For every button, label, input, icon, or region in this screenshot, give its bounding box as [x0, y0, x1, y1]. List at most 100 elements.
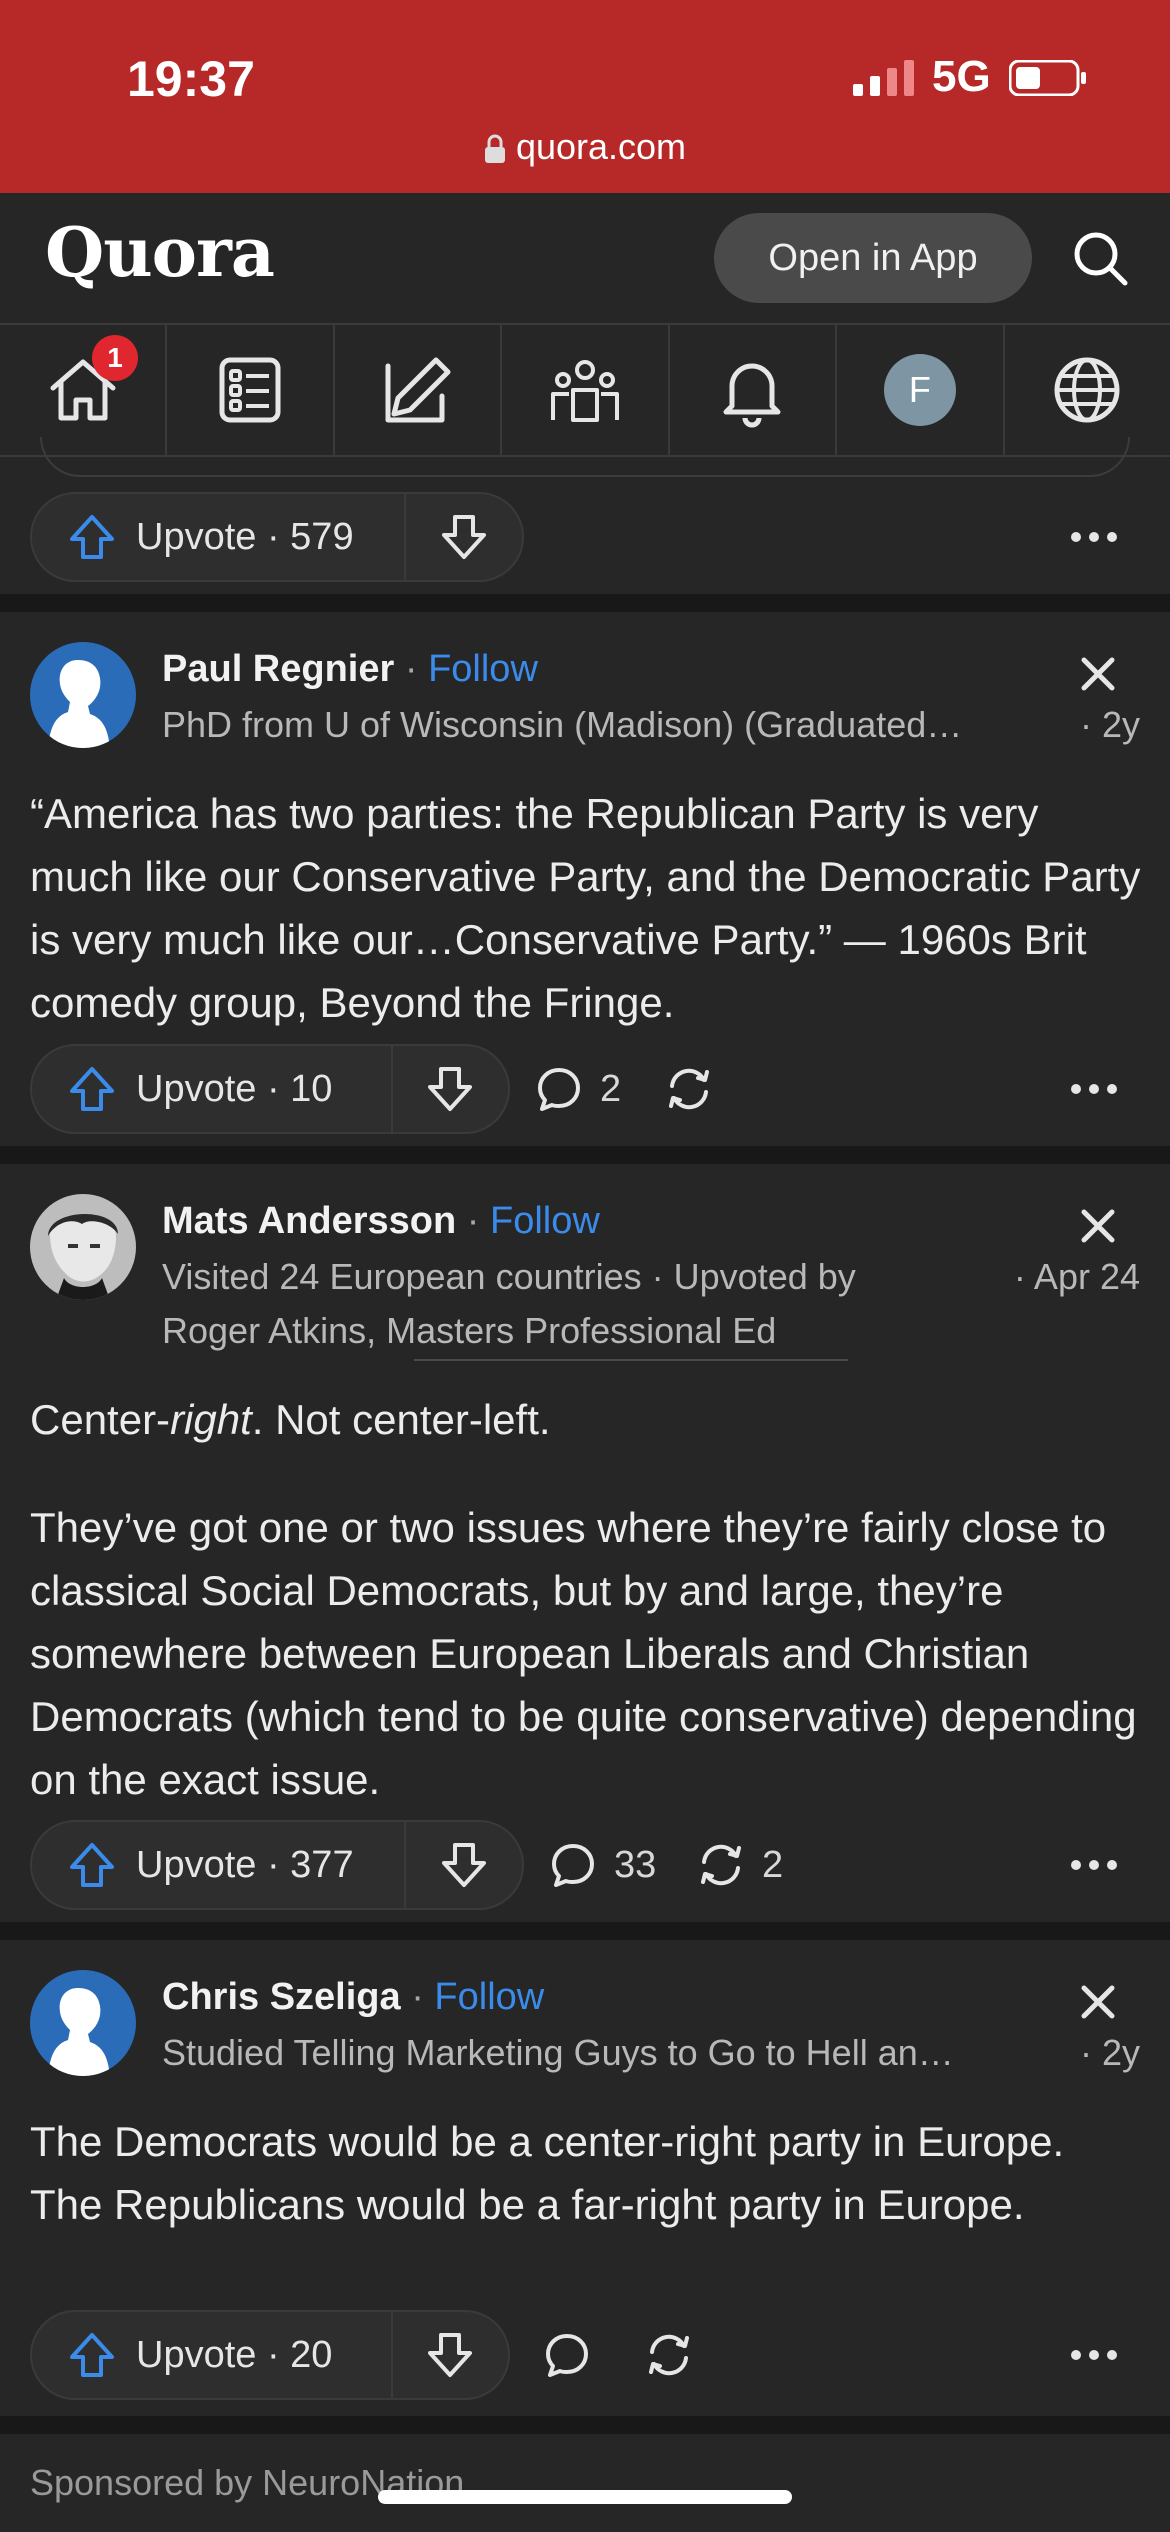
text-segment: . Not center-left.	[251, 1396, 551, 1443]
comment-button[interactable]	[542, 2330, 608, 2380]
home-indicator[interactable]	[378, 2490, 792, 2504]
nav-following[interactable]	[167, 325, 335, 455]
nav-profile[interactable]: F	[837, 325, 1005, 455]
follow-button[interactable]: Follow	[434, 1976, 544, 2018]
share-button[interactable]	[644, 2330, 710, 2380]
comment-button[interactable]: 2	[534, 1064, 621, 1114]
separator-dot: ·	[456, 1200, 490, 1242]
more-options-icon[interactable]	[1068, 1079, 1120, 1099]
answer-card: Mats Andersson · Follow Visited 24 Europ…	[0, 1164, 1170, 1922]
author-credential[interactable]: Studied Telling Marketing Guys to Go to …	[162, 2032, 1062, 2074]
answer-card-previous: Upvote · 579	[0, 437, 1170, 594]
nav-spaces[interactable]	[502, 325, 670, 455]
upvote-button[interactable]: Upvote · 377	[32, 1822, 404, 1908]
url-text: quora.com	[515, 126, 687, 167]
vote-group: Upvote · 579	[30, 492, 524, 582]
answer-text-p1[interactable]: Center-right. Not center-left.	[30, 1388, 1145, 1451]
share-count: 2	[762, 1843, 784, 1886]
upvote-label: Upvote · 377	[136, 1843, 354, 1886]
comment-count: 2	[600, 1067, 622, 1110]
default-avatar-icon	[30, 1970, 136, 2076]
search-icon[interactable]	[1070, 228, 1130, 288]
open-in-app-button[interactable]: Open in App	[714, 213, 1032, 303]
share-button[interactable]: 2	[696, 1840, 783, 1890]
share-icon	[701, 1844, 741, 1886]
upvote-label: Upvote · 20	[136, 2333, 333, 2376]
upvote-button[interactable]: Upvote · 20	[32, 2312, 391, 2398]
author-avatar[interactable]	[30, 1194, 136, 1300]
comment-icon	[552, 1844, 594, 1887]
upvote-button[interactable]: Upvote · 579	[32, 494, 404, 580]
answer-text-p2[interactable]: They’ve got one or two issues where they…	[30, 1496, 1145, 1811]
more-options-icon[interactable]	[1068, 527, 1120, 547]
close-icon[interactable]	[1078, 1982, 1118, 2022]
comment-icon	[538, 1068, 580, 1111]
author-line: Paul Regnier · Follow	[162, 648, 538, 691]
following-icon	[219, 357, 281, 423]
answer-icon	[385, 357, 451, 423]
upvote-label: Upvote · 10	[136, 1067, 333, 1110]
author-avatar[interactable]	[30, 1970, 136, 2076]
card-divider	[0, 594, 1170, 612]
lock-icon	[484, 135, 505, 164]
answer-date[interactable]: · 2y	[1080, 2032, 1140, 2074]
author-name[interactable]: Paul Regnier	[162, 648, 394, 690]
nav-answer[interactable]	[335, 325, 503, 455]
answer-date[interactable]: · Apr 24	[1014, 1256, 1140, 1298]
share-button[interactable]	[664, 1064, 730, 1114]
upvote-label: Upvote · 579	[136, 515, 354, 558]
answer-card: Chris Szeliga · Follow Studied Telling M…	[0, 1940, 1170, 2416]
notification-badge: 1	[92, 335, 138, 381]
upvote-icon	[70, 2333, 114, 2377]
answer-text[interactable]: “America has two parties: the Republican…	[30, 782, 1145, 1034]
close-icon[interactable]	[1078, 1206, 1118, 1246]
card-divider	[0, 1922, 1170, 1940]
downvote-button[interactable]	[404, 494, 522, 580]
author-name[interactable]: Chris Szeliga	[162, 1976, 401, 2018]
downvote-button[interactable]	[390, 2312, 508, 2398]
share-icon	[669, 1068, 709, 1110]
author-avatar[interactable]	[30, 642, 136, 748]
downvote-icon	[442, 1843, 486, 1887]
upvote-icon	[70, 1843, 114, 1887]
nav-notifications[interactable]	[670, 325, 838, 455]
downvote-icon	[442, 515, 486, 559]
follow-button[interactable]: Follow	[490, 1200, 600, 1242]
upvoted-by[interactable]: Roger Atkins, Masters Professional Ed	[162, 1310, 776, 1352]
separator-dot: ·	[400, 1976, 435, 2018]
default-avatar-icon	[30, 642, 136, 748]
close-icon[interactable]	[1078, 654, 1118, 694]
url-bar[interactable]: quora.com	[0, 126, 1170, 168]
upvote-icon	[70, 515, 114, 559]
downvote-icon	[428, 2333, 473, 2377]
quora-logo[interactable]: Quora	[45, 213, 275, 293]
downvote-button[interactable]	[404, 1822, 522, 1908]
comment-icon	[546, 2334, 588, 2377]
comment-button[interactable]: 33	[548, 1840, 656, 1890]
nav-languages[interactable]	[1005, 325, 1170, 455]
downvote-button[interactable]	[390, 1046, 508, 1132]
text-segment: Center-	[30, 1396, 171, 1443]
battery-icon	[1009, 60, 1086, 96]
comment-count: 33	[614, 1843, 657, 1886]
collapsed-content-edge	[40, 437, 1130, 477]
author-name[interactable]: Mats Andersson	[162, 1200, 456, 1242]
upvote-icon	[70, 1067, 114, 1111]
answer-text[interactable]: The Democrats would be a center-right pa…	[30, 2110, 1145, 2236]
status-time: 19:37	[127, 51, 255, 107]
author-line: Mats Andersson · Follow	[162, 1200, 600, 1243]
text-italic: right	[170, 1396, 252, 1443]
more-options-icon[interactable]	[1068, 1855, 1120, 1875]
spaces-icon	[550, 360, 619, 422]
upvote-button[interactable]: Upvote · 10	[32, 1046, 391, 1132]
answer-date[interactable]: · 2y	[1080, 704, 1140, 746]
nav-home[interactable]: 1	[0, 325, 168, 455]
app-header: Quora Open in App	[0, 193, 1170, 323]
author-credential[interactable]: Visited 24 European countries · Upvoted …	[162, 1256, 856, 1298]
author-credential[interactable]: PhD from U of Wisconsin (Madison) (Gradu…	[162, 704, 1062, 746]
author-line: Chris Szeliga · Follow	[162, 1976, 544, 2019]
downvote-icon	[428, 1067, 473, 1111]
more-options-icon[interactable]	[1068, 2345, 1120, 2365]
signal-icon	[853, 60, 914, 96]
follow-button[interactable]: Follow	[428, 648, 538, 690]
